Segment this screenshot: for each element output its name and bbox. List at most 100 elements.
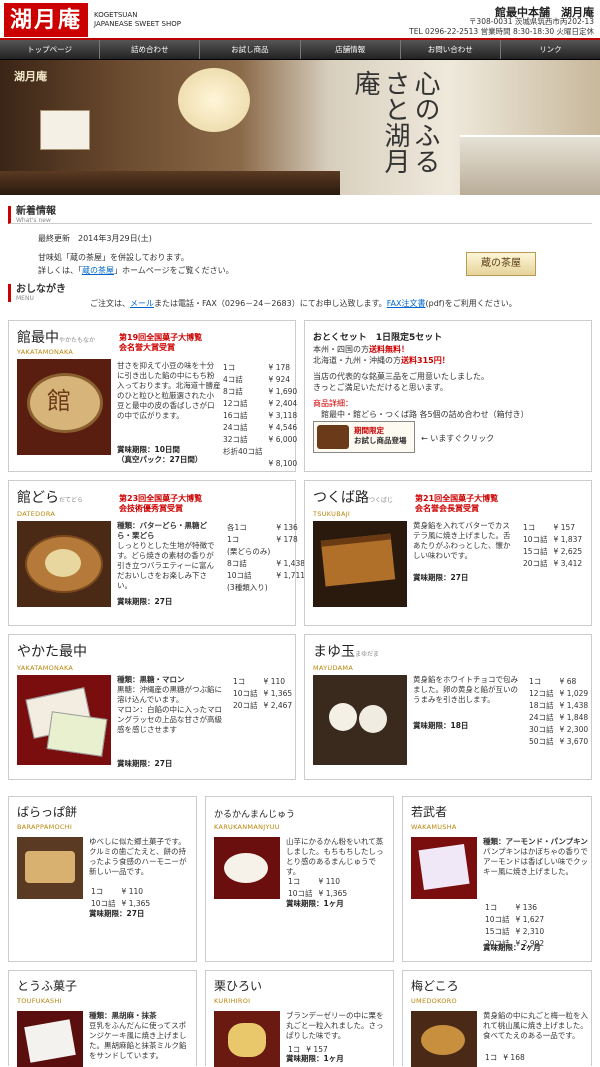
kura-link[interactable]: 蔵の茶屋	[82, 266, 114, 275]
price-qty: 1コ	[288, 877, 301, 886]
award-text: 第21回全国菓子大博覧 会名誉会長賞受賞	[415, 494, 498, 514]
news-body: 最終更新 2014年3月29日(土) 甘味処「蔵の茶屋」を併設しております。 詳…	[38, 232, 234, 277]
shelf-life: 賞味期限：27日	[89, 909, 145, 918]
product-card-wakamusha: 若武者 WAKAMUSHA 種類：アーモンド・パンプキン パンプキンはかぼちゃの…	[402, 796, 592, 962]
trial-banner-button[interactable]: 期間限定 お試し商品登場	[313, 421, 415, 453]
news-subtitle: What's new	[16, 217, 51, 224]
news-text-a: 詳しくは、「	[38, 266, 82, 275]
price-qty: 1コ	[223, 363, 236, 372]
product-description: 種類：バターどら・黒糖どら・栗どら しっとりとした生地が特徴です。どら焼きの素材…	[117, 521, 221, 591]
price-value: ¥ 2,310	[515, 927, 545, 936]
price-value: ¥ 3,412	[553, 559, 583, 568]
price-qty: 12コ詰	[223, 399, 248, 408]
showcase-image	[460, 135, 600, 195]
price-qty: 8コ詰	[223, 387, 243, 396]
price-qty: 杉折40コ詰	[223, 447, 263, 456]
price-row: 4コ詰 ¥ 924	[223, 375, 301, 385]
price-value	[269, 447, 302, 457]
product-card-toufu: とうふ菓子 TOUFUKASHI 種類：黒胡麻・抹茶 豆乳をふんだんに使ってスポ…	[8, 970, 197, 1067]
price-row: 16コ詰 ¥ 3,118	[223, 411, 301, 421]
price-row: ¥ 8,100	[223, 459, 301, 469]
price-qty	[223, 459, 267, 469]
award-line-2: 会名誉大賞受賞	[119, 343, 175, 352]
nav-store[interactable]: 店舗情報	[301, 40, 401, 59]
price-qty: 20コ詰	[523, 559, 548, 568]
price-table: 各1コ ¥ 136 1コ ¥ 178 (栗どらのみ) 8コ詰 ¥ 1,438 10コ詰…	[225, 521, 311, 595]
price-row: 杉折40コ詰	[223, 447, 301, 457]
product-description: 甘さを抑えて小豆の味を十分に引き出した餡の中にもち粉入っております。北海道十勝産…	[117, 361, 221, 420]
price-value: ¥ 1,438	[559, 701, 589, 710]
price-value: ¥ 924	[268, 375, 291, 384]
price-row: 12コ詰 ¥ 1,029	[529, 689, 592, 699]
product-card-yakata: やかた最中 YAKATAMONAKA 種類：黒糖・マロン 黒糖：沖縄産の黒糖がつ…	[8, 634, 296, 780]
price-qty: 18コ詰	[529, 701, 554, 710]
product-roman: YAKATAMONAKA	[17, 664, 74, 672]
price-value: ¥ 68	[559, 677, 577, 686]
price-row: (栗どらのみ)	[227, 547, 309, 557]
shelf-life: 賞味期限：27日	[117, 597, 173, 606]
kura-chaya-logo[interactable]: 蔵の茶屋	[466, 252, 536, 276]
nav-trial[interactable]: お試し商品	[200, 40, 301, 59]
price-qty: 10コ詰	[523, 535, 548, 544]
product-description: ゆべしに似た郷土菓子です。クルミの歯ごたえと、餅の持ったよう食感のハーモニーが新…	[89, 837, 187, 876]
last-updated: 最終更新 2014年3月29日(土)	[38, 234, 152, 243]
order-text-c: (pdf)をご利用ください。	[425, 299, 517, 308]
price-qty: 4コ詰	[223, 375, 243, 384]
news-line-1: 甘味処「蔵の茶屋」を併設しております。	[38, 253, 189, 262]
fax-form-link[interactable]: FAX注文書	[387, 299, 426, 308]
product-card-karukan: かるかんまんじゅう KARUKANMANJYUU 山芋にかるかん粉をいれて蒸しま…	[205, 796, 394, 962]
price-value: ¥ 1,627	[515, 915, 545, 924]
price-row: 18コ詰 ¥ 1,438	[529, 701, 592, 711]
price-row: 1コ ¥ 178	[223, 363, 301, 373]
nav-assort[interactable]: 詰め合わせ	[100, 40, 201, 59]
price-value: ¥ 4,546	[268, 423, 298, 432]
news-text-b: 」ホームページをご覧ください。	[114, 266, 234, 275]
otoku-line-4: きっとご満足いただけると思います。	[313, 383, 448, 392]
nav-contact[interactable]: お問い合わせ	[401, 40, 501, 59]
yakata-image	[17, 675, 111, 765]
price-qty: 1コ	[485, 903, 498, 912]
product-roman: BARAPPAMOCHI	[17, 823, 73, 831]
price-qty: 1コ	[227, 535, 240, 544]
lantern-image	[178, 68, 250, 132]
price-value: ¥ 2,625	[553, 547, 583, 556]
price-row: 20コ詰 ¥ 3,412	[523, 559, 586, 569]
product-name: やかた最中	[17, 644, 87, 660]
toufu-image	[17, 1011, 83, 1067]
price-row: 50コ詰 ¥ 3,670	[529, 737, 592, 747]
product-desc-text: しっとりとした生地が特徴です。どら焼きの素材の香りが引き立つバラエティーに富んだ…	[117, 541, 215, 590]
nav-links[interactable]: リンク	[501, 40, 600, 59]
product-card-kurihiroi: 栗ひろい KURIHIROI ブランデーゼリーの中に栗を丸ごと一粒入れました。さ…	[205, 970, 394, 1067]
product-name: まゆ玉まゆだま	[313, 641, 379, 661]
price-value: ¥ 110	[318, 877, 341, 886]
nav-top[interactable]: トップページ	[0, 40, 101, 59]
barappa-image	[17, 837, 83, 899]
product-card-barappa: ばらっぱ餅 BARAPPAMOCHI ゆべしに似た郷土菓子です。クルミの歯ごたえ…	[8, 796, 197, 962]
product-name: かるかんまんじゅう	[214, 810, 296, 820]
email-link[interactable]: メール	[130, 299, 154, 308]
site-logo[interactable]: 湖月庵	[4, 3, 88, 37]
product-name: 館最中やかたもなか	[17, 327, 95, 347]
price-table: 1コ ¥ 68 12コ詰 ¥ 1,029 18コ詰 ¥ 1,438 24コ詰 ¥ 1,8…	[527, 675, 594, 749]
shelf-life: 賞味期限：10日間 （真空パック：27日間）	[117, 445, 202, 465]
price-qty: 10コ詰	[227, 571, 252, 580]
product-roman: KARUKANMANJYUU	[214, 823, 280, 831]
product-name: 梅どころ	[411, 979, 459, 993]
product-kana: だてどら	[59, 497, 84, 504]
price-qty: 10コ詰	[233, 689, 258, 698]
price-qty: (3種類入り)	[227, 583, 268, 592]
news-line-2: 詳しくは、「蔵の茶屋」ホームページをご覧ください。	[38, 264, 234, 277]
price-table: 1コ ¥ 168	[483, 1051, 531, 1065]
product-description: ブランデーゼリーの中に栗を丸ごと一粒入れました。さっぱりした味です。	[286, 1011, 384, 1040]
product-card-monaka: 館最中やかたもなか YAKATAMONAKA 第19回全国菓子大博覧 会名誉大賞受…	[8, 320, 297, 472]
price-row: (3種類入り)	[227, 583, 309, 593]
floor-image	[0, 171, 340, 195]
price-table: 1コ ¥ 110 10コ詰 ¥ 1,365	[89, 885, 156, 911]
price-value: ¥ 2,404	[268, 399, 298, 408]
hero-banner: 湖月庵	[14, 70, 47, 83]
price-value: ¥ 1,690	[268, 387, 298, 396]
price-row: 10コ詰 ¥ 1,365	[288, 889, 351, 899]
product-description: 黄身餡の中に丸ごと梅一粒を入れて桃山風に焼き上げました。食べてたえのある一品です…	[483, 1011, 588, 1040]
product-kana: つくばじ	[369, 497, 394, 504]
product-description: 種類：アーモンド・パンプキン パンプキンはかぼちゃの香りでアーモンドは香ばしい味…	[483, 837, 589, 877]
